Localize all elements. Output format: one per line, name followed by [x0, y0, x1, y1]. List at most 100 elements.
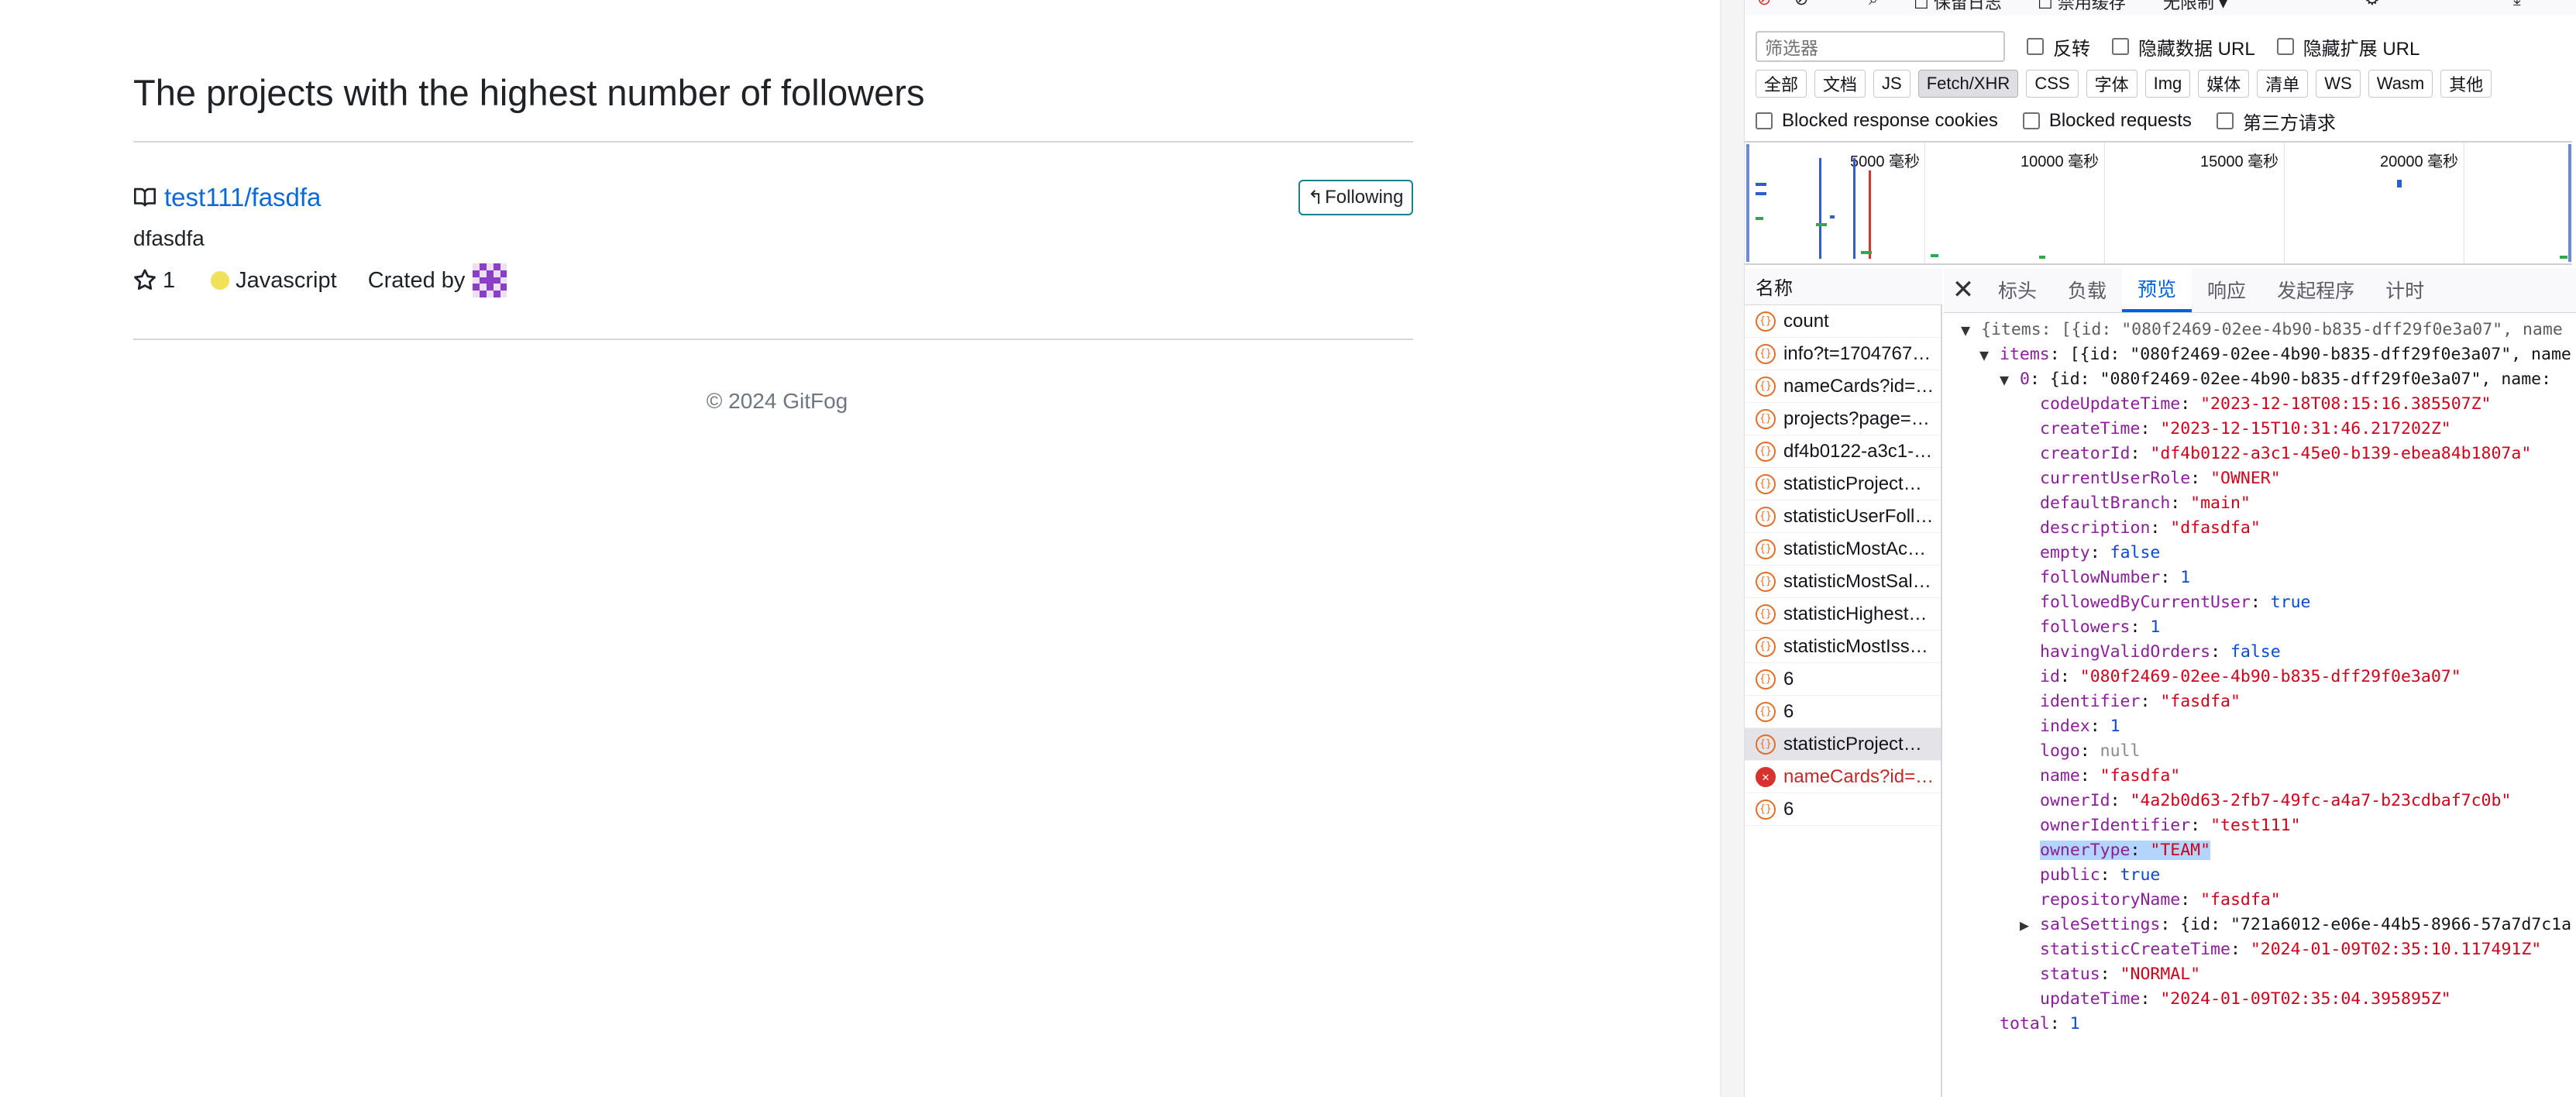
json-request-icon: {} [1756, 701, 1776, 722]
blocked-requests-checkbox[interactable]: Blocked requests [2022, 110, 2192, 132]
repo-link[interactable]: test111/fasdfa [164, 183, 321, 212]
request-row[interactable]: {} nameCards?id=… [1745, 370, 1941, 403]
detail-tab[interactable]: 标头 [1983, 267, 2052, 312]
type-filter-button[interactable]: CSS [2026, 70, 2079, 98]
repo-meta: 1 Javascript Crated by [133, 263, 507, 297]
detail-tab[interactable]: 预览 [2122, 267, 2193, 312]
type-filter-button[interactable]: WS [2316, 70, 2361, 98]
type-filter-button[interactable]: JS [1873, 70, 1911, 98]
json-field[interactable]: creatorId: "df4b0122-a3c1-45e0-b139-ebea… [1944, 442, 2576, 466]
expanded-arrow-icon[interactable]: ▼ [2000, 367, 2009, 392]
close-detail-icon[interactable]: ✕ [1944, 267, 1983, 312]
json-field[interactable]: id: "080f2469-02ee-4b90-b835-dff29f0e3a0… [1944, 665, 2576, 689]
request-row[interactable]: {} statisticProject… [1745, 728, 1941, 761]
json-field[interactable]: public: true [1944, 863, 2576, 888]
request-row[interactable]: {} df4b0122-a3c1-… [1745, 435, 1941, 468]
type-filter-button[interactable]: Wasm [2368, 70, 2433, 98]
json-item-0[interactable]: ▼ 0: {id: "080f2469-02ee-4b90-b835-dff29f… [1944, 367, 2576, 392]
disable-cache-checkbox[interactable]: ☐ 禁用缓存 [2038, 0, 2126, 14]
json-field[interactable]: empty: false [1944, 541, 2576, 566]
request-row[interactable]: {} 6 [1745, 663, 1941, 696]
type-filter-button[interactable]: 媒体 [2198, 70, 2250, 98]
json-items[interactable]: ▼ items: [{id: "080f2469-02ee-4b90-b835-d… [1944, 342, 2576, 367]
request-row[interactable]: {} statisticUserFoll… [1745, 500, 1941, 533]
collapsed-arrow-icon[interactable]: ▶ [2020, 913, 2029, 937]
json-field[interactable]: description: "dfasdfa" [1944, 516, 2576, 541]
type-filter-button[interactable]: 字体 [2086, 70, 2137, 98]
json-field[interactable]: index: 1 [1944, 714, 2576, 739]
star-icon[interactable] [133, 269, 156, 292]
hide-extension-url-checkbox[interactable]: 隐藏扩展 URL [2276, 33, 2420, 60]
search-icon[interactable]: ⌕ [1869, 0, 1878, 9]
request-row[interactable]: {} statisticMostIss… [1745, 631, 1941, 663]
type-filter-button[interactable]: Img [2144, 70, 2191, 98]
request-row[interactable]: {} 6 [1745, 696, 1941, 728]
request-list-header[interactable]: 名称 [1745, 268, 1942, 305]
request-row[interactable]: {} 6 [1745, 793, 1941, 826]
json-field[interactable]: ownerIdentifier: "test111" [1944, 813, 2576, 838]
json-request-icon: {} [1756, 636, 1776, 657]
request-row[interactable]: {} statisticProject… [1745, 468, 1941, 500]
request-row[interactable]: {} statisticMostAc… [1745, 533, 1941, 566]
json-field[interactable]: currentUserRole: "OWNER" [1944, 466, 2576, 491]
settings-icon[interactable]: ⚙ [2364, 0, 2380, 9]
json-field[interactable]: ▶ saleSettings: {id: "721a6012-e06e-44b5-… [1944, 913, 2576, 937]
request-name: nameCards?id=… [1783, 375, 1935, 397]
record-icon[interactable]: ⊘ [1757, 0, 1771, 9]
request-row[interactable]: {} count [1745, 305, 1941, 338]
json-total[interactable]: total: 1 [1944, 1012, 2576, 1037]
footer-copyright: © 2024 GitFog [706, 389, 848, 413]
json-field[interactable]: followNumber: 1 [1944, 566, 2576, 590]
json-field[interactable]: name: "fasdfa" [1944, 764, 2576, 789]
third-party-requests-checkbox[interactable]: 第三方请求 [2216, 108, 2336, 135]
json-request-icon: {} [1756, 473, 1776, 494]
type-filter-button[interactable]: 全部 [1756, 70, 1807, 98]
network-timeline[interactable]: 5000 毫秒 10000 毫秒 15000 毫秒 20000 毫秒 [1745, 141, 2572, 265]
request-row[interactable]: {} projects?page=… [1745, 403, 1941, 435]
type-filter-button[interactable]: Fetch/XHR [1917, 70, 2019, 98]
detail-tab[interactable]: 负载 [2052, 267, 2122, 312]
blocked-response-cookies-checkbox[interactable]: Blocked response cookies [1756, 110, 1998, 132]
detail-tab[interactable]: 响应 [2192, 267, 2261, 312]
following-button[interactable]: ↰ Following [1298, 180, 1413, 215]
request-row[interactable]: {} statisticHighest… [1745, 598, 1941, 631]
expanded-arrow-icon[interactable]: ▼ [1979, 342, 1989, 367]
download-icon[interactable]: ⤓ [2513, 0, 2521, 9]
type-filter-button[interactable]: 文档 [1814, 70, 1866, 98]
json-field[interactable]: status: "NORMAL" [1944, 962, 2576, 987]
json-field[interactable]: ownerType: "TEAM" [1944, 838, 2576, 863]
type-filter-button[interactable]: 清单 [2257, 70, 2309, 98]
json-field[interactable]: followers: 1 [1944, 615, 2576, 640]
json-field[interactable]: logo: null [1944, 739, 2576, 764]
json-field[interactable]: repositoryName: "fasdfa" [1944, 888, 2576, 913]
json-request-icon: {} [1756, 376, 1776, 397]
request-name: 6 [1783, 700, 1794, 722]
type-filter-button[interactable]: 其他 [2440, 70, 2492, 98]
detail-tab[interactable]: 发起程序 [2261, 267, 2370, 312]
request-row[interactable]: {} statisticMostSal… [1745, 566, 1941, 598]
request-name: 6 [1783, 798, 1794, 820]
json-field[interactable]: ownerId: "4a2b0d63-2fb7-49fc-a4a7-b23cdb… [1944, 789, 2576, 813]
request-row[interactable]: ✕ nameCards?id=… [1745, 761, 1941, 793]
json-field[interactable]: statisticCreateTime: "2024-01-09T02:35:1… [1944, 937, 2576, 962]
json-field[interactable]: havingValidOrders: false [1944, 640, 2576, 665]
json-field[interactable]: defaultBranch: "main" [1944, 491, 2576, 516]
error-icon: ✕ [1756, 766, 1776, 787]
json-field[interactable]: identifier: "fasdfa" [1944, 689, 2576, 714]
hide-data-url-checkbox[interactable]: 隐藏数据 URL [2112, 33, 2255, 60]
clear-icon[interactable]: ⊘ [1794, 0, 1808, 9]
creator-avatar[interactable] [473, 263, 507, 297]
expanded-arrow-icon[interactable]: ▼ [1961, 318, 1970, 342]
json-field[interactable]: codeUpdateTime: "2023-12-18T08:15:16.385… [1944, 392, 2576, 417]
json-field[interactable]: updateTime: "2024-01-09T02:35:04.395895Z… [1944, 987, 2576, 1012]
json-request-icon: {} [1756, 311, 1776, 332]
invert-checkbox[interactable]: 反转 [2027, 33, 2090, 60]
filter-input[interactable]: 筛选器 [1756, 31, 2005, 62]
preserve-log-checkbox[interactable]: ☐ 保留日志 [1914, 0, 2002, 14]
throttle-select[interactable]: 无限制 ▾ [2163, 0, 2227, 14]
json-field[interactable]: followedByCurrentUser: true [1944, 590, 2576, 615]
detail-tab[interactable]: 计时 [2370, 267, 2440, 312]
json-root[interactable]: ▼ {items: [{id: "080f2469-02ee-4b90-b835-… [1944, 318, 2576, 342]
json-field[interactable]: createTime: "2023-12-15T10:31:46.217202Z… [1944, 417, 2576, 442]
request-row[interactable]: {} info?t=1704767… [1745, 338, 1941, 370]
